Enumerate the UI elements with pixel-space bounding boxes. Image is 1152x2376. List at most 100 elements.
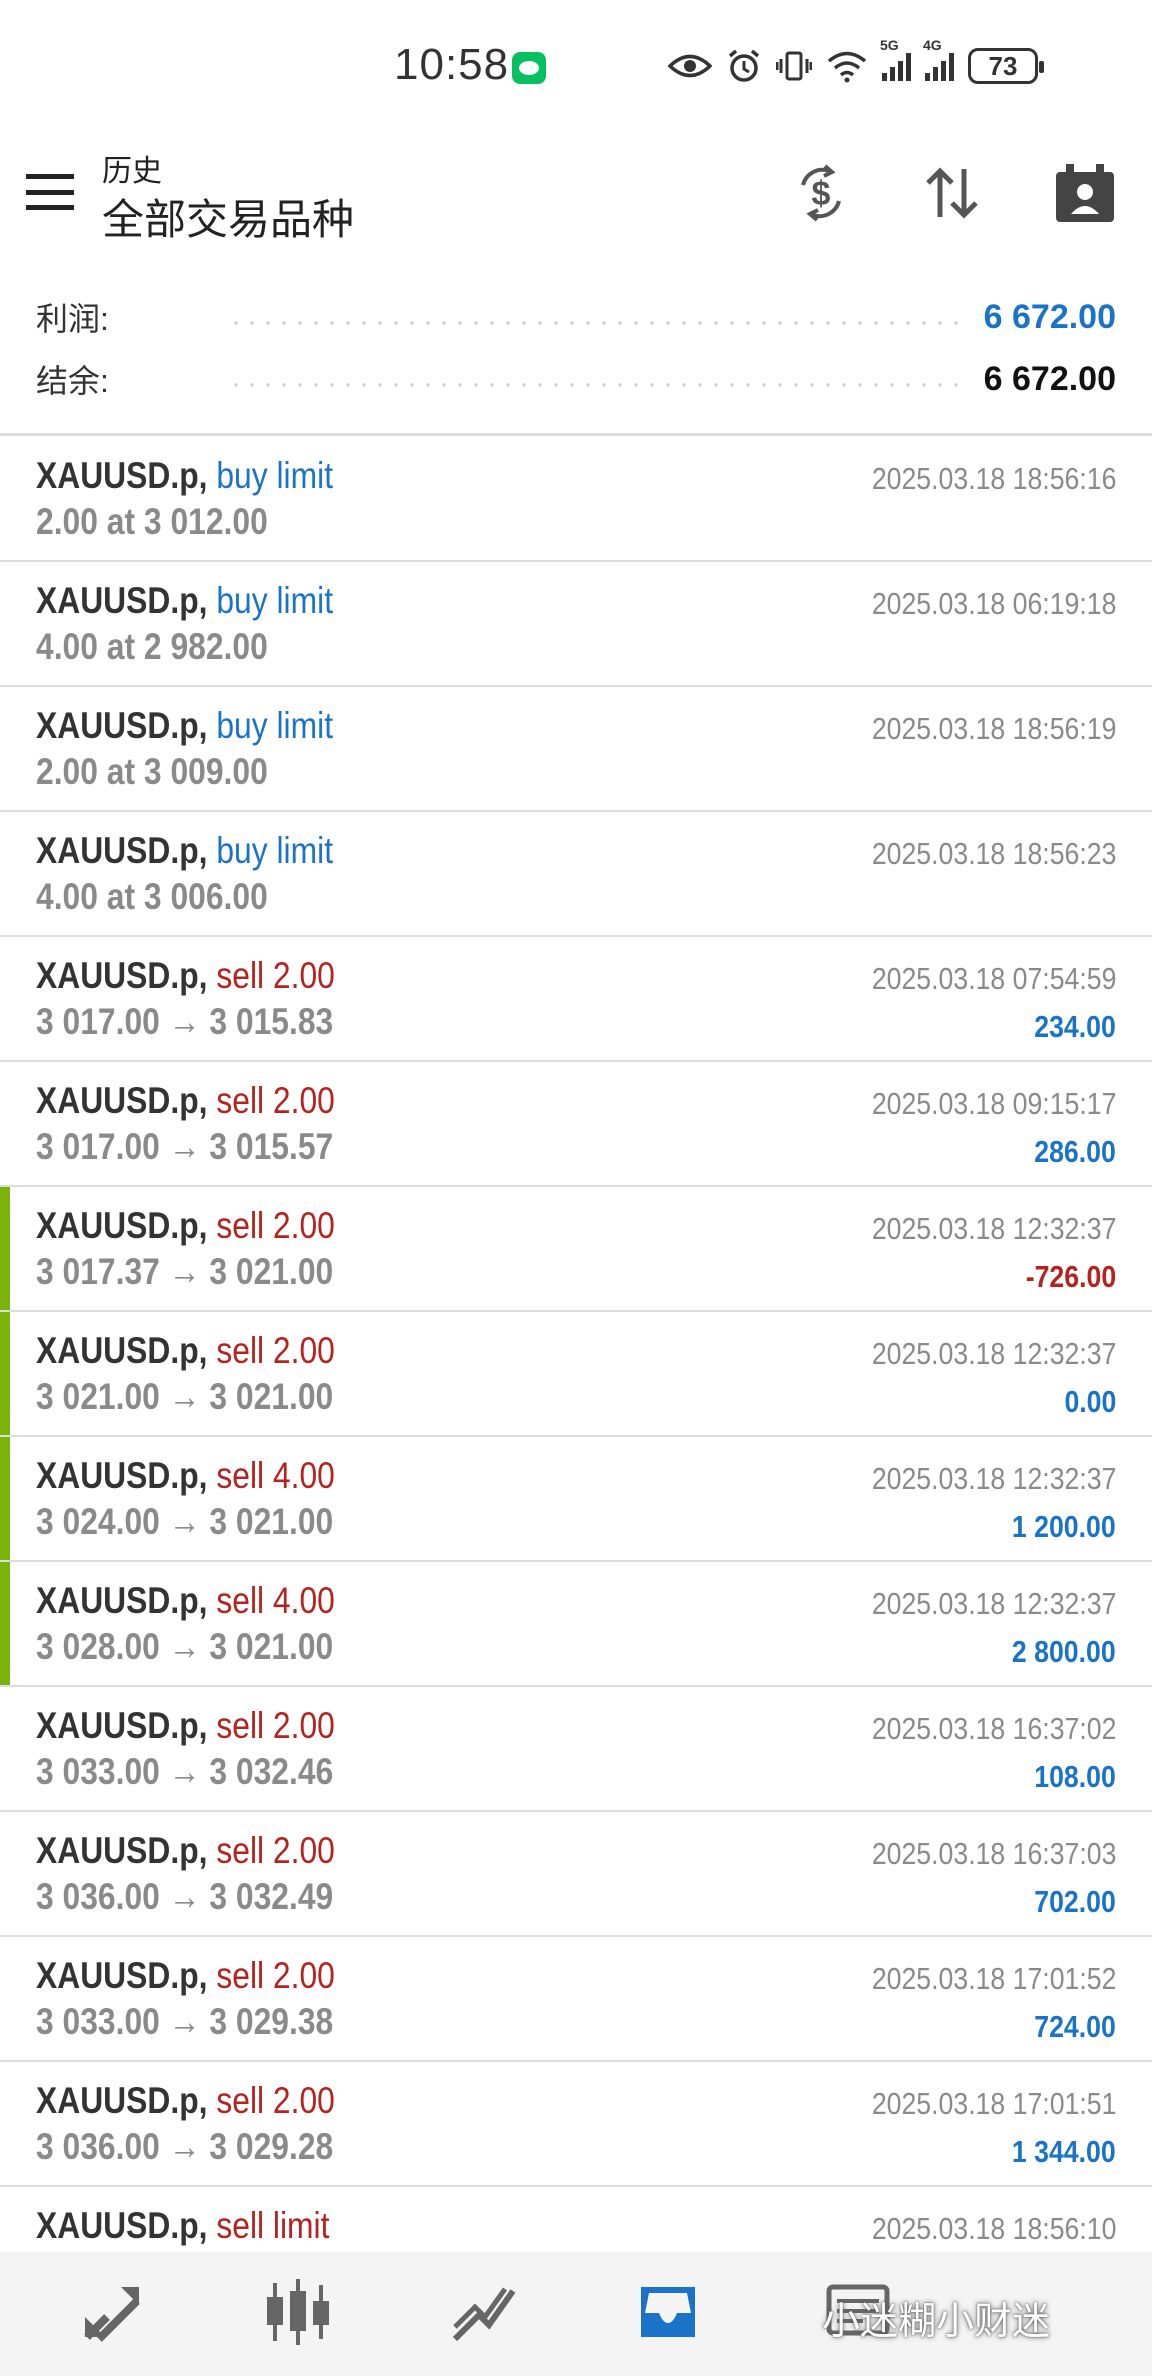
watermark: 小迷糊小财迷 xyxy=(822,2301,1051,2343)
nav-trade[interactable] xyxy=(444,2272,524,2352)
nav-history[interactable] xyxy=(628,2272,708,2352)
nav-chart[interactable] xyxy=(258,2272,338,2352)
history-row[interactable]: XAUUSD.p, sell 2.00 3 017.37 → 3 021.00 20… xyxy=(0,1187,1152,1312)
trade-profit: 108.00 xyxy=(1034,1759,1116,1794)
history-row[interactable]: XAUUSD.p, buy limit 2.00 at 3 009.00 2025.… xyxy=(0,687,1152,812)
page-subtitle: 历史 xyxy=(102,155,162,188)
trade-detail: 4.00 at 3 006.00 xyxy=(36,876,268,917)
symbol-name: XAUUSD.p, xyxy=(36,705,208,746)
trade-side: buy limit xyxy=(216,705,334,746)
trade-side: sell 2.00 xyxy=(216,1205,335,1246)
svg-text:$: $ xyxy=(812,175,831,213)
trade-time: 2025.03.18 18:56:19 xyxy=(871,711,1116,746)
symbol-line: XAUUSD.p, sell 2.00 xyxy=(36,1205,335,1247)
quotes-icon xyxy=(84,2287,140,2342)
trade-time: 2025.03.18 12:32:37 xyxy=(871,1336,1116,1371)
history-row[interactable]: XAUUSD.p, sell 2.00 3 017.00 → 3 015.83 20… xyxy=(0,937,1152,1062)
symbol-line: XAUUSD.p, sell 4.00 xyxy=(36,1455,335,1497)
trade-detail: 3 017.00 → 3 015.57 xyxy=(36,1126,334,1167)
symbol-line: XAUUSD.p, sell 4.00 xyxy=(36,1580,335,1622)
trade-time: 2025.03.18 18:56:23 xyxy=(871,836,1116,871)
signal-4g-icon: 4G xyxy=(923,37,954,81)
trade-side: buy limit xyxy=(216,455,334,496)
trade-time: 2025.03.18 17:01:51 xyxy=(871,2086,1116,2121)
calendar-button[interactable] xyxy=(1050,158,1120,228)
trade-side: sell 4.00 xyxy=(216,1580,335,1621)
page-title[interactable]: 全部交易品种 xyxy=(102,186,354,247)
history-row[interactable]: XAUUSD.p, buy limit 4.00 at 3 006.00 2025.… xyxy=(0,812,1152,937)
trade-time: 2025.03.18 09:15:17 xyxy=(871,1086,1116,1121)
trade-side: buy limit xyxy=(216,830,334,871)
trade-profit: 2 800.00 xyxy=(1012,1634,1116,1669)
trade-detail: 3 033.00 → 3 032.46 xyxy=(36,1751,334,1792)
symbol-name: XAUUSD.p, xyxy=(36,2080,208,2121)
balance-label: 结余: xyxy=(36,363,109,399)
history-row[interactable]: XAUUSD.p, sell 2.00 3 033.00 → 3 029.38 20… xyxy=(0,1937,1152,2062)
trade-side: sell 2.00 xyxy=(216,955,335,996)
profit-row: 利润: 6 672.00 xyxy=(36,292,1116,342)
trade-profit: 286.00 xyxy=(1034,1134,1116,1169)
symbol-line: XAUUSD.p, buy limit xyxy=(36,455,333,497)
history-row[interactable]: XAUUSD.p, sell 2.00 3 036.00 → 3 029.28 20… xyxy=(0,2062,1152,2187)
balance-value: 6 672.00 xyxy=(983,359,1116,398)
history-row[interactable]: XAUUSD.p, sell 2.00 3 033.00 → 3 032.46 20… xyxy=(0,1687,1152,1812)
trade-detail: 2.00 at 3 012.00 xyxy=(36,501,268,542)
symbol-line: XAUUSD.p, sell 2.00 xyxy=(36,2080,335,2122)
history-row[interactable]: XAUUSD.p, sell 4.00 3 024.00 → 3 021.00 20… xyxy=(0,1437,1152,1562)
symbol-line: XAUUSD.p, buy limit xyxy=(36,580,333,622)
trade-time: 2025.03.18 12:32:37 xyxy=(871,1211,1116,1246)
symbol-name: XAUUSD.p, xyxy=(36,955,208,996)
symbol-name: XAUUSD.p, xyxy=(36,1580,208,1621)
trade-side: buy limit xyxy=(216,580,334,621)
symbol-name: XAUUSD.p, xyxy=(36,1330,208,1371)
wifi-icon xyxy=(827,51,867,83)
nav-quotes[interactable] xyxy=(72,2272,152,2352)
symbol-name: XAUUSD.p, xyxy=(36,580,208,621)
trade-detail: 3 017.00 → 3 015.83 xyxy=(36,1001,334,1042)
profit-label: 利润: xyxy=(36,301,109,337)
trade-detail: 3 024.00 → 3 021.00 xyxy=(36,1501,334,1542)
wechat-notification-icon xyxy=(512,52,546,84)
trade-side: sell 2.00 xyxy=(216,1330,335,1371)
symbol-name: XAUUSD.p, xyxy=(36,2205,208,2246)
trade-profit: 1 344.00 xyxy=(1012,2134,1116,2169)
trade-detail: 4.00 at 2 982.00 xyxy=(36,626,268,667)
history-row[interactable]: XAUUSD.p, sell 2.00 3 017.00 → 3 015.57 20… xyxy=(0,1062,1152,1187)
trade-time: 2025.03.18 16:37:02 xyxy=(871,1711,1116,1746)
trade-profit: -726.00 xyxy=(1025,1259,1116,1294)
trade-detail: 3 036.00 → 3 032.49 xyxy=(36,1876,334,1917)
trade-side: sell 4.00 xyxy=(216,1455,335,1496)
symbol-name: XAUUSD.p, xyxy=(36,1080,208,1121)
history-row[interactable]: XAUUSD.p, sell 2.00 3 021.00 → 3 021.00 20… xyxy=(0,1312,1152,1437)
history-row[interactable]: XAUUSD.p, sell 2.00 3 036.00 → 3 032.49 20… xyxy=(0,1812,1152,1937)
symbol-line: XAUUSD.p, sell 2.00 xyxy=(36,1705,335,1747)
trade-time: 2025.03.18 06:19:18 xyxy=(871,586,1116,621)
sort-button[interactable] xyxy=(917,158,987,228)
summary-panel: 利润: 6 672.00 结余: 6 672.00 xyxy=(0,286,1152,436)
history-row[interactable]: XAUUSD.p, buy limit 4.00 at 2 982.00 2025.… xyxy=(0,562,1152,687)
symbol-line: XAUUSD.p, sell limit xyxy=(36,2205,329,2247)
symbol-name: XAUUSD.p, xyxy=(36,1705,208,1746)
trade-side: sell limit xyxy=(216,2205,330,2246)
menu-icon[interactable] xyxy=(26,174,74,210)
trade-icon xyxy=(452,2287,516,2342)
dollar-exchange-icon: $ xyxy=(801,164,841,222)
trade-detail: 3 021.00 → 3 021.00 xyxy=(36,1376,334,1417)
symbol-line: XAUUSD.p, sell 2.00 xyxy=(36,1080,335,1122)
history-row[interactable]: XAUUSD.p, buy limit 2.00 at 3 012.00 2025.… xyxy=(0,437,1152,562)
dotted-leader xyxy=(228,321,964,325)
candlestick-chart-icon xyxy=(267,2279,329,2345)
symbol-line: XAUUSD.p, sell 2.00 xyxy=(36,1830,335,1872)
trade-time: 2025.03.18 12:32:37 xyxy=(871,1586,1116,1621)
trade-side: sell 2.00 xyxy=(216,1705,335,1746)
history-row[interactable]: XAUUSD.p, sell 4.00 3 028.00 → 3 021.00 20… xyxy=(0,1562,1152,1687)
battery-icon: 73 xyxy=(968,48,1044,84)
vibrate-icon xyxy=(776,51,812,81)
symbol-line: XAUUSD.p, sell 2.00 xyxy=(36,1955,335,1997)
trade-side: sell 2.00 xyxy=(216,1080,335,1121)
history-icon xyxy=(641,2287,695,2337)
trade-time: 2025.03.18 18:56:16 xyxy=(871,461,1116,496)
currency-filter-button[interactable]: $ xyxy=(786,158,856,228)
history-list[interactable]: XAUUSD.p, buy limit 2.00 at 3 012.00 2025.… xyxy=(0,437,1152,2312)
status-icons: 5G 4G 73 xyxy=(668,37,1044,88)
